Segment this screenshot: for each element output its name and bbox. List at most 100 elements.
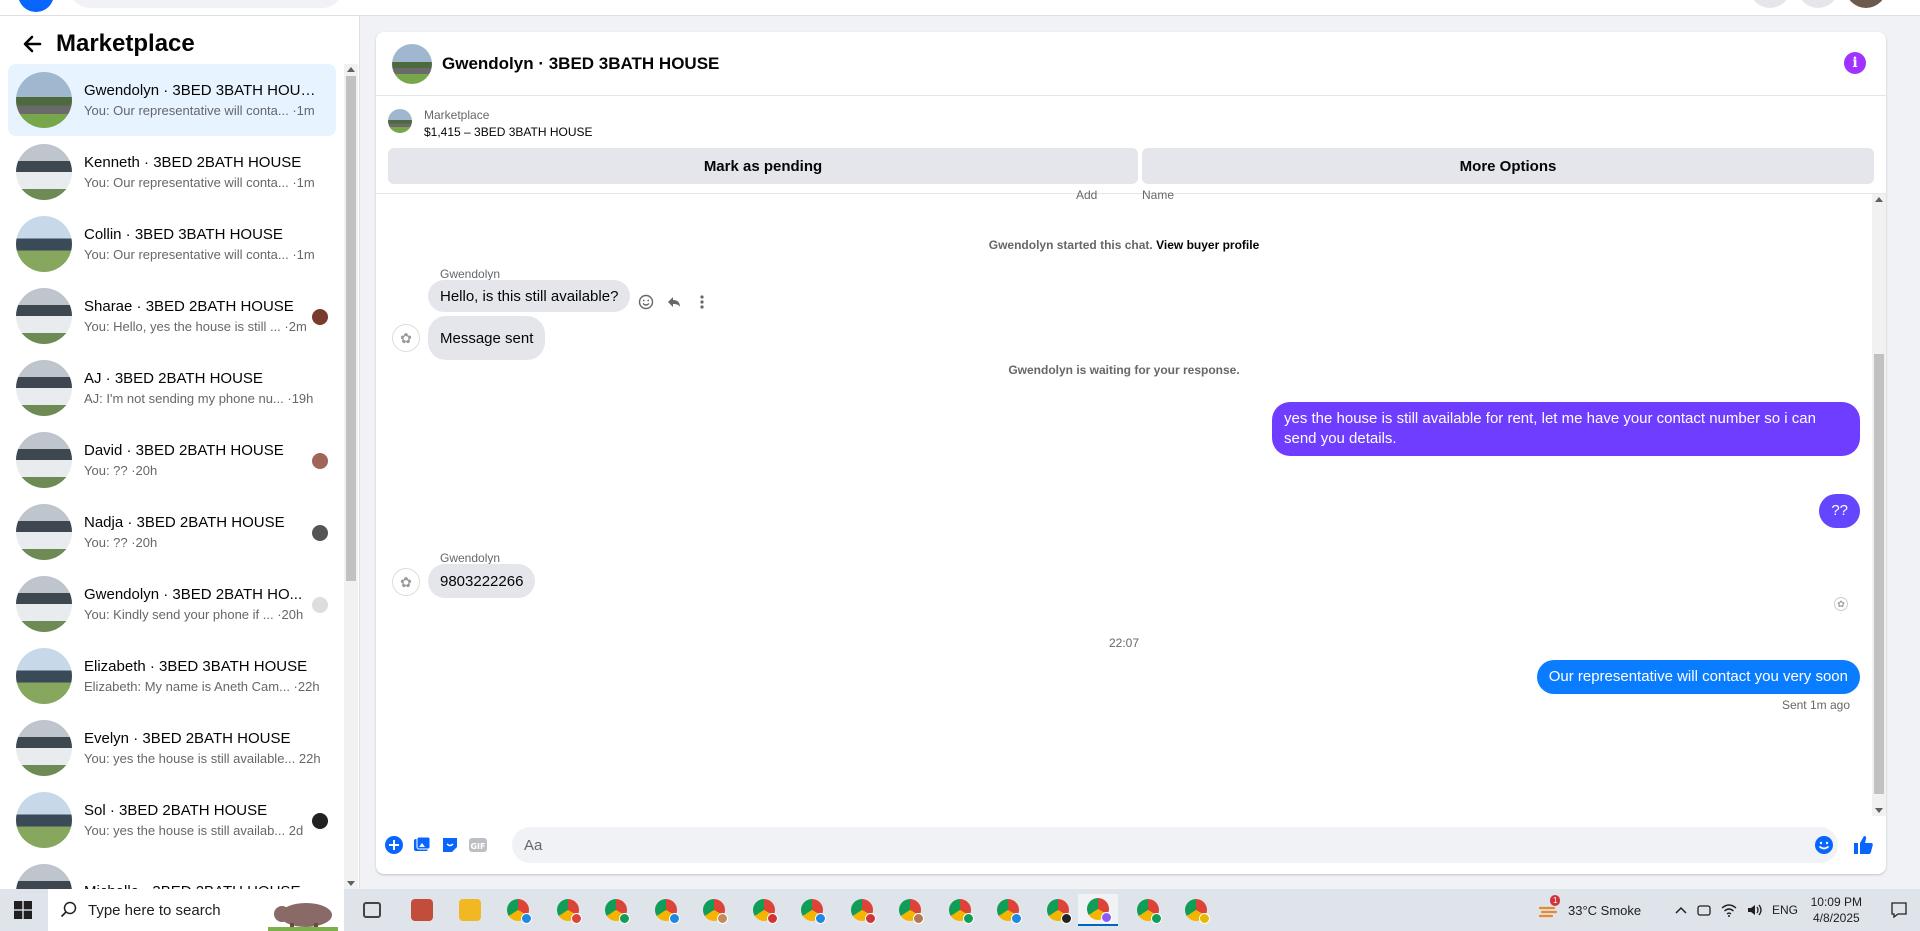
sender-name: Gwendolyn — [440, 267, 501, 281]
reply-icon[interactable] — [664, 292, 684, 312]
network-icon[interactable] — [1720, 889, 1738, 931]
conversation-avatar — [16, 648, 72, 704]
taskbar-search-box[interactable]: Type here to search — [48, 889, 344, 931]
incoming-message[interactable]: Message sent — [428, 316, 546, 360]
chrome-profile-icon[interactable] — [842, 894, 882, 926]
info-icon[interactable]: i — [1844, 52, 1866, 74]
conversation-item[interactable]: Sol · 3BED 2BATH HOUSE You: yes the house… — [8, 784, 336, 856]
taskbar-clock[interactable]: 10:09 PM 4/8/2025 — [1811, 894, 1862, 926]
listing-thumbnail[interactable] — [388, 109, 412, 133]
chat-scrollbar[interactable] — [1872, 194, 1886, 816]
conversation-item[interactable]: Sharae · 3BED 2BATH HOUSE You: Hello, yes… — [8, 280, 336, 352]
volume-icon[interactable] — [1746, 889, 1764, 931]
app-icon[interactable] — [402, 894, 442, 926]
chrome-profile-icon[interactable] — [1038, 894, 1078, 926]
outgoing-message[interactable]: ?? — [1819, 494, 1860, 528]
conversation-item[interactable]: Kenneth · 3BED 2BATH HOUSE You: Our repre… — [8, 136, 336, 208]
menu-icon[interactable] — [1750, 0, 1790, 8]
chrome-profile-icon[interactable] — [1176, 894, 1216, 926]
svg-text:GIF: GIF — [470, 842, 485, 851]
seen-indicator: ✿ — [1834, 597, 1848, 611]
windows-start-icon[interactable] — [0, 889, 46, 931]
sidebar-title: Marketplace — [56, 30, 195, 57]
chrome-profile-icon[interactable] — [646, 894, 686, 926]
chrome-profile-icon[interactable] — [744, 894, 784, 926]
mark-as-pending-button[interactable]: Mark as pending — [388, 148, 1138, 184]
chat-avatar[interactable] — [392, 43, 432, 84]
chrome-profile-icon[interactable] — [792, 894, 832, 926]
conversation-avatar — [16, 144, 72, 200]
chrome-profile-icon[interactable] — [1078, 894, 1118, 926]
task-view-icon[interactable] — [352, 894, 392, 926]
search-highlight-illustration — [268, 903, 338, 931]
outgoing-message[interactable]: Our representative will contact you very… — [1536, 660, 1860, 694]
message-input[interactable] — [512, 827, 1838, 863]
cut-off-label: Name — [1142, 188, 1175, 202]
back-arrow-icon[interactable] — [20, 32, 44, 56]
gif-icon[interactable]: GIF — [468, 835, 488, 855]
scrollbar-thumb[interactable] — [1874, 354, 1884, 794]
weather-widget[interactable]: 1 33°C Smoke — [1538, 889, 1641, 931]
incoming-message[interactable]: Hello, is this still available? — [428, 280, 631, 312]
conversation-item[interactable]: David · 3BED 2BATH HOUSE You: ?? ·20h — [8, 424, 336, 496]
conversation-title: Collin · 3BED 3BATH HOUSE — [84, 225, 283, 243]
conversation-item[interactable]: Gwendolyn · 3BED 3BATH HOUSE You: Our rep… — [8, 64, 336, 136]
conversation-item[interactable]: AJ · 3BED 2BATH HOUSE AJ: I'm not sending… — [8, 352, 336, 424]
facebook-logo[interactable] — [18, 0, 54, 12]
view-buyer-profile-link[interactable]: View buyer profile — [1156, 238, 1259, 252]
emoji-icon[interactable] — [1814, 835, 1834, 855]
clock-time: 10:09 PM — [1810, 895, 1862, 909]
conversation-text: Sol · 3BED 2BATH HOUSE You: yes the house… — [84, 801, 316, 840]
chrome-profile-icon[interactable] — [1128, 894, 1168, 926]
plus-icon[interactable] — [384, 835, 404, 855]
react-emoji-icon[interactable] — [636, 292, 656, 312]
conversation-item[interactable]: Elizabeth · 3BED 3BATH HOUSE Elizabeth: M… — [8, 640, 336, 712]
chat-title[interactable]: Gwendolyn · 3BED 3BATH HOUSE — [442, 54, 719, 74]
notifications-icon[interactable] — [1798, 0, 1838, 8]
chrome-icon[interactable] — [498, 894, 538, 926]
conversation-preview: You: Kindly send your phone if ... ·20h — [84, 606, 304, 622]
waiting-notice: Gwendolyn is waiting for your response. — [1008, 363, 1240, 377]
scroll-down-arrow[interactable] — [1875, 808, 1883, 813]
conversation-item[interactable]: Michelle · 3BED 2BATH HOUSE — [8, 856, 336, 889]
conversation-item[interactable]: Collin · 3BED 3BATH HOUSE You: Our repres… — [8, 208, 336, 280]
chrome-profile-icon[interactable] — [548, 894, 588, 926]
read-receipt-avatar — [312, 813, 328, 829]
conversation-avatar — [16, 576, 72, 632]
chrome-profile-icon[interactable] — [988, 894, 1028, 926]
scroll-down-arrow[interactable] — [347, 881, 355, 886]
sender-avatar[interactable]: ✿ — [392, 568, 420, 596]
notification-center-icon[interactable] — [1890, 901, 1908, 919]
facebook-search-input[interactable] — [70, 0, 342, 8]
conversation-title: Elizabeth · 3BED 3BATH HOUSE — [84, 657, 308, 675]
conversation-item[interactable]: Nadja · 3BED 2BATH HOUSE You: ?? ·20h — [8, 496, 336, 568]
conversation-preview: You: Hello, yes the house is still ... ·… — [84, 318, 307, 334]
scroll-up-arrow[interactable] — [347, 67, 355, 72]
sticker-icon[interactable] — [440, 835, 460, 855]
scrollbar-thumb[interactable] — [346, 76, 356, 581]
chrome-profile-icon[interactable] — [890, 894, 930, 926]
sent-status: Sent 1m ago — [1781, 698, 1850, 712]
conversation-item[interactable]: Evelyn · 3BED 2BATH HOUSE You: yes the ho… — [8, 712, 336, 784]
scroll-up-arrow[interactable] — [1875, 197, 1883, 202]
photo-icon[interactable] — [412, 835, 432, 855]
incoming-message[interactable]: 9803222266 — [428, 564, 536, 598]
chrome-profile-icon[interactable] — [694, 894, 734, 926]
chrome-profile-icon[interactable] — [940, 894, 980, 926]
conversation-text: Nadja · 3BED 2BATH HOUSE You: ?? ·20h — [84, 513, 316, 552]
more-actions-icon[interactable] — [692, 292, 712, 312]
listing-price-title[interactable]: $1,415 – 3BED 3BATH HOUSE — [424, 125, 593, 139]
chrome-profile-icon[interactable] — [596, 894, 636, 926]
message-timestamp: 22:07 — [1108, 636, 1140, 650]
profile-avatar[interactable] — [1846, 0, 1886, 8]
file-explorer-icon[interactable] — [450, 894, 490, 926]
conversation-item[interactable]: Gwendolyn · 3BED 2BATH HO... You: Kindly … — [8, 568, 336, 640]
sender-avatar[interactable]: ✿ — [392, 324, 420, 352]
more-options-button[interactable]: More Options — [1142, 148, 1874, 184]
outgoing-message[interactable]: yes the house is still available for ren… — [1272, 402, 1860, 456]
sidebar-scrollbar[interactable] — [344, 64, 358, 889]
show-hidden-icons[interactable] — [1674, 889, 1688, 931]
meet-now-icon[interactable] — [1696, 889, 1712, 931]
thumbs-up-icon[interactable] — [1852, 833, 1876, 857]
language-indicator[interactable]: ENG — [1772, 889, 1798, 931]
